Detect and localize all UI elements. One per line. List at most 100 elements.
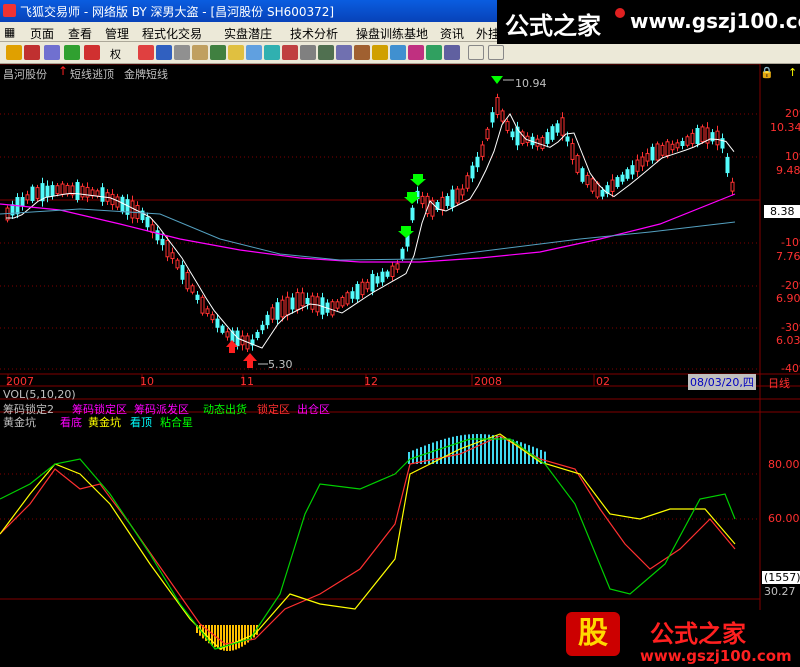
pen-icon[interactable] (354, 45, 370, 60)
candle (715, 130, 720, 146)
candle (300, 292, 305, 307)
menu-item-page[interactable]: 页面 (30, 25, 54, 42)
candle (495, 97, 500, 115)
tool-icon[interactable] (318, 45, 334, 60)
stock-chart[interactable] (0, 64, 800, 667)
legend-top-label: 看顶 (130, 416, 152, 429)
candle (80, 185, 85, 198)
high-price-label: 10.94 (515, 77, 547, 90)
info-icon[interactable] (390, 45, 406, 60)
candle (195, 294, 200, 300)
table-icon[interactable] (336, 45, 352, 60)
alert-icon[interactable] (408, 45, 424, 60)
histogram-bar (432, 442, 434, 464)
help-icon[interactable] (444, 45, 460, 60)
star-icon[interactable] (372, 45, 388, 60)
candle (470, 165, 475, 179)
candle (505, 121, 510, 131)
candle (450, 189, 455, 208)
window-icon[interactable] (192, 45, 208, 60)
candle (645, 153, 650, 162)
menu-item-view[interactable]: 查看 (68, 25, 92, 42)
menu-item-training[interactable]: 操盘训练基地 (356, 25, 428, 42)
candle (225, 331, 230, 338)
menu-item-live-hidden[interactable]: 实盘潜庄 (224, 25, 272, 42)
book-icon[interactable] (210, 45, 226, 60)
lock-icon[interactable]: 🔒 (760, 66, 774, 79)
histogram-bars (196, 434, 546, 651)
window-title: 飞狐交易师 - 网络版 BY 深男大盗 - [昌河股份 SH600372] (20, 5, 335, 19)
candle (585, 174, 590, 186)
adjust-dropdown[interactable]: 权 (110, 46, 121, 62)
bottom-panel-title: 黄金坑 (3, 416, 36, 429)
up-arrow-icon: ↑ (58, 64, 69, 78)
print-icon[interactable] (300, 45, 316, 60)
candle (480, 144, 485, 157)
readout-count: (1557) (762, 571, 800, 584)
pct-label: -20% (781, 279, 800, 292)
minus-icon[interactable] (84, 45, 100, 60)
histogram-bar (536, 448, 538, 464)
candle (640, 156, 645, 167)
lock-icon[interactable] (228, 45, 244, 60)
candle (215, 318, 220, 328)
grid-icon[interactable] (174, 45, 190, 60)
candle (615, 177, 620, 187)
home-icon[interactable] (6, 45, 22, 60)
candle (295, 292, 300, 310)
candle (575, 155, 580, 173)
record-icon[interactable] (282, 45, 298, 60)
candle (690, 132, 695, 145)
histogram-bar (235, 625, 237, 650)
candle (290, 297, 295, 310)
candle (630, 165, 635, 175)
toolbar: 权 (0, 42, 800, 64)
candle (175, 259, 180, 269)
candle (345, 292, 350, 305)
candle (635, 159, 640, 172)
line-tool-icon[interactable] (488, 45, 504, 60)
candle (350, 291, 355, 299)
screen-icon[interactable] (246, 45, 262, 60)
histogram-bar (408, 452, 410, 464)
chart-icon[interactable] (156, 45, 172, 60)
indicator-2-label: 金牌短线 (124, 68, 168, 81)
layout-icon[interactable] (264, 45, 280, 60)
candle (25, 194, 30, 201)
candle (730, 181, 735, 192)
candle (590, 178, 595, 192)
osc-axis-label: 80.00 (768, 458, 800, 471)
menu-item-program-trade[interactable]: 程式化交易 (142, 25, 202, 42)
menu-item-tech-analysis[interactable]: 技术分析 (290, 25, 338, 42)
candle (355, 283, 360, 300)
candle (580, 168, 585, 182)
histogram-bar (544, 451, 546, 464)
arrow-icon[interactable]: ↑ (788, 66, 797, 79)
menu-item-manage[interactable]: 管理 (105, 25, 129, 42)
candle (285, 296, 290, 316)
candle (510, 131, 515, 138)
back-icon[interactable] (24, 45, 40, 60)
bell-icon[interactable] (426, 45, 442, 60)
candle (95, 190, 100, 197)
cursor-icon[interactable] (468, 45, 484, 60)
candle (570, 143, 575, 160)
watermark-url: www.gszj100.com (630, 9, 800, 33)
rsi-icon[interactable] (44, 45, 60, 60)
candle (115, 196, 120, 208)
candle (260, 324, 265, 331)
indicator-icon[interactable] (138, 45, 154, 60)
zoom-icon[interactable] (64, 45, 80, 60)
candle (385, 271, 390, 277)
menu-icon[interactable]: ▦ (4, 25, 15, 39)
dynamic-sell-label: 动态出货 (203, 403, 247, 416)
candle (375, 276, 380, 284)
candle (20, 197, 25, 206)
histogram-bar (504, 437, 506, 464)
candle (135, 205, 140, 219)
candle (610, 179, 615, 192)
watermark-brand: 公式之家 (505, 11, 601, 40)
candle (190, 285, 195, 293)
menu-item-news[interactable]: 资讯 (440, 25, 464, 42)
candle (200, 296, 205, 314)
